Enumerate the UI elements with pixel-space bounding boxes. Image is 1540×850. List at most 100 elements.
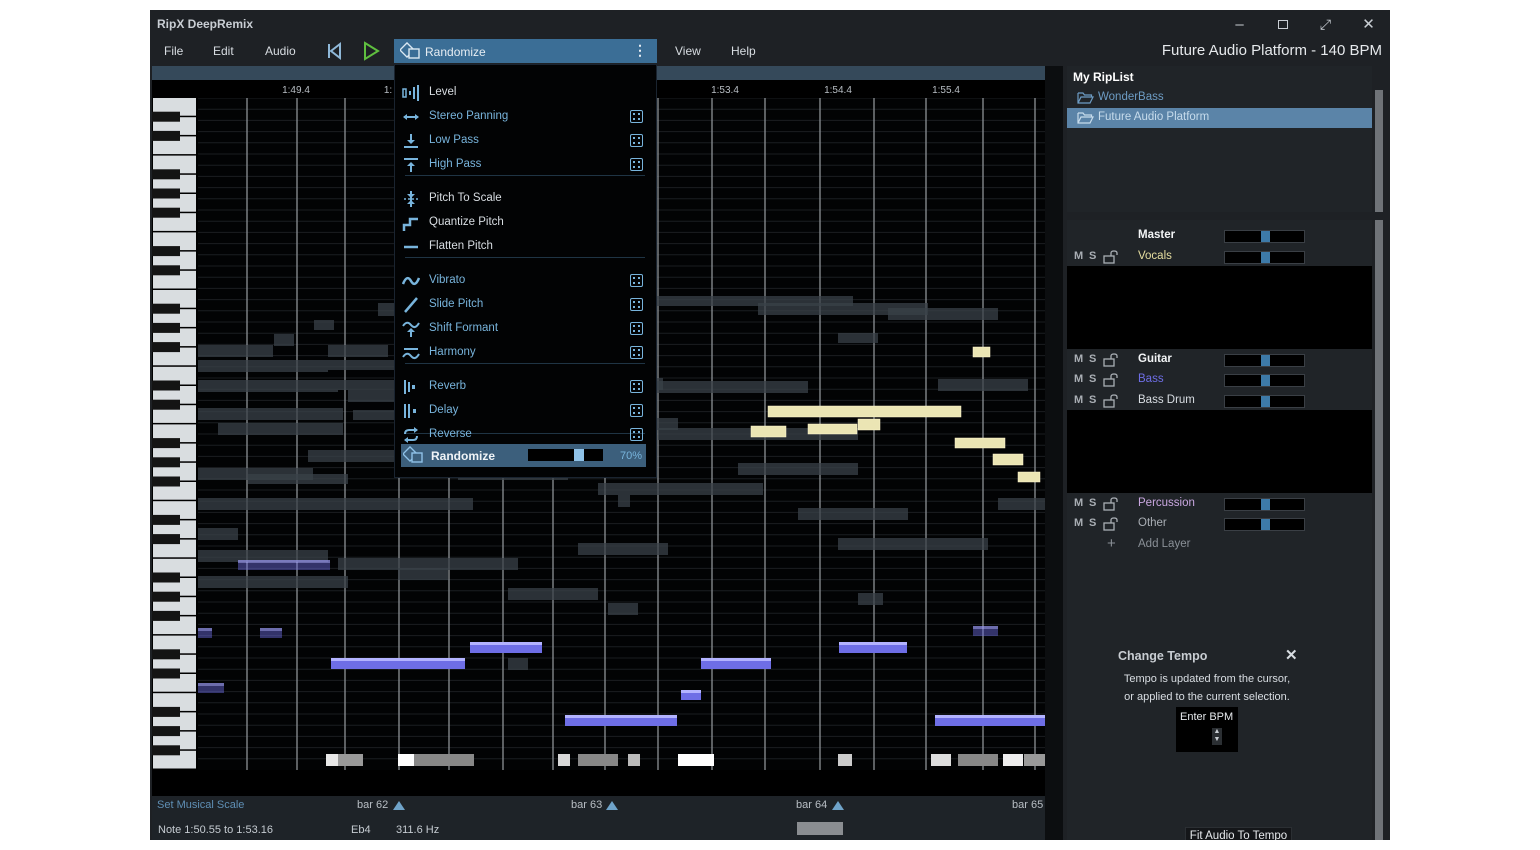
randomize-toggle-dice-icon[interactable] [630,404,643,417]
horizontal-scrollbar-thumb[interactable] [797,822,843,835]
black-key[interactable] [152,322,180,333]
menu-file[interactable]: File [164,44,183,58]
randomize-toggle-dice-icon[interactable] [630,274,643,287]
maximize-button[interactable] [1261,10,1304,38]
black-key[interactable] [152,342,180,353]
slider-thumb[interactable] [1261,519,1270,531]
note-other[interactable] [338,380,398,390]
randomize-toggle-dice-icon[interactable] [630,322,643,335]
randomize-toggle-dice-icon[interactable] [630,380,643,393]
menu-item-slide-pitch[interactable]: Slide Pitch [395,293,656,317]
track-pan-slider[interactable] [1224,497,1305,511]
menu-item-quantize-pitch[interactable]: Quantize Pitch [395,211,656,235]
slider-thumb[interactable] [1261,395,1270,407]
randomize-toggle-dice-icon[interactable] [630,158,643,171]
riplist-item[interactable]: WonderBass [1067,88,1372,108]
mute-button[interactable]: M [1074,373,1083,385]
menu-view[interactable]: View [675,44,701,58]
randomize-toggle-dice-icon[interactable] [630,110,643,123]
note-other[interactable] [838,538,988,550]
piano-keyboard[interactable] [152,98,198,770]
solo-button[interactable]: S [1089,517,1096,529]
solo-button[interactable]: S [1089,373,1096,385]
randomize-menu-button[interactable]: Randomize ⋮ [394,39,657,63]
black-key[interactable] [152,668,180,679]
black-key[interactable] [152,476,180,487]
bpm-input[interactable] [1183,728,1209,745]
drum-hit[interactable] [578,754,618,766]
slider-thumb[interactable] [1261,354,1270,366]
fullscreen-button[interactable]: ⤢ [1304,10,1347,38]
unlock-icon[interactable] [1103,517,1119,532]
track-pan-slider[interactable] [1224,353,1305,367]
piano-keys[interactable] [152,98,198,770]
mute-button[interactable]: M [1074,394,1083,406]
note-other[interactable] [328,345,388,357]
note-other[interactable] [218,423,343,435]
black-key[interactable] [152,111,180,122]
skip-to-start-icon[interactable] [325,41,345,61]
randomize-toggle-dice-icon[interactable] [630,134,643,147]
black-key[interactable] [152,572,180,583]
slider-thumb[interactable] [1261,498,1270,510]
menu-item-high-pass[interactable]: High Pass [395,153,656,177]
mute-button[interactable]: M [1074,497,1083,509]
track-pan-slider[interactable] [1224,230,1305,243]
note-other[interactable] [398,568,448,580]
riplist-item-selected[interactable]: Future Audio Platform [1067,108,1372,128]
note-other[interactable] [198,345,273,357]
mixer-scrollbar[interactable] [1375,220,1383,840]
menu-item-reverb[interactable]: Reverb [395,375,656,399]
black-key[interactable] [152,706,180,717]
drum-hit[interactable] [931,754,951,766]
unlock-icon[interactable] [1103,497,1119,511]
unlock-icon[interactable] [1103,249,1119,264]
drum-hit[interactable] [838,754,852,766]
randomize-amount-row[interactable]: Randomize 70% [401,444,646,467]
track-name[interactable]: Vocals [1138,250,1172,262]
solo-button[interactable]: S [1089,497,1096,509]
drum-hit[interactable] [326,754,338,766]
add-layer-button[interactable]: + Add Layer [1067,535,1372,555]
menu-item-pitch-to-scale[interactable]: Pitch To Scale [395,187,656,211]
note-other[interactable] [738,463,858,475]
note-other[interactable] [198,360,328,372]
black-key[interactable] [152,438,180,449]
drum-hit[interactable] [628,754,640,766]
bar-marker-icon[interactable] [606,801,618,810]
drum-hit[interactable] [1003,754,1023,766]
close-icon[interactable]: ✕ [1285,646,1298,664]
black-key[interactable] [152,130,180,141]
note-other[interactable] [198,408,343,420]
slider-thumb[interactable] [1261,375,1270,387]
track-name[interactable]: Guitar [1138,353,1172,365]
note-other[interactable] [248,474,348,484]
solo-button[interactable]: S [1089,394,1096,406]
randomize-amount-slider[interactable] [528,449,603,461]
vocal-note[interactable] [857,418,881,431]
mute-button[interactable]: M [1074,517,1083,529]
menu-edit[interactable]: Edit [213,44,234,58]
black-key[interactable] [152,188,180,199]
track-name[interactable]: Bass Drum [1138,394,1195,406]
randomize-slider-thumb[interactable] [573,449,584,461]
black-key[interactable] [152,246,180,257]
black-key[interactable] [152,265,180,276]
vocal-note[interactable] [750,425,787,438]
bar-marker-icon[interactable] [393,801,405,810]
slider-thumb[interactable] [1261,231,1270,242]
track-name[interactable]: Bass [1138,373,1164,385]
track-name[interactable]: Master [1138,229,1175,241]
drum-hit[interactable] [678,754,694,766]
black-key[interactable] [152,745,180,756]
drum-hit[interactable] [414,754,474,766]
note-other[interactable] [618,495,630,507]
note-other[interactable] [648,381,808,393]
set-musical-scale-link[interactable]: Set Musical Scale [157,799,244,811]
track-pan-slider[interactable] [1224,374,1305,388]
mute-button[interactable]: M [1074,353,1083,365]
riplist-scrollbar[interactable] [1375,90,1383,212]
note-other[interactable] [314,320,334,330]
drum-hit[interactable] [1024,754,1045,766]
fit-audio-to-tempo-button[interactable]: Fit Audio To Tempo [1185,827,1292,840]
